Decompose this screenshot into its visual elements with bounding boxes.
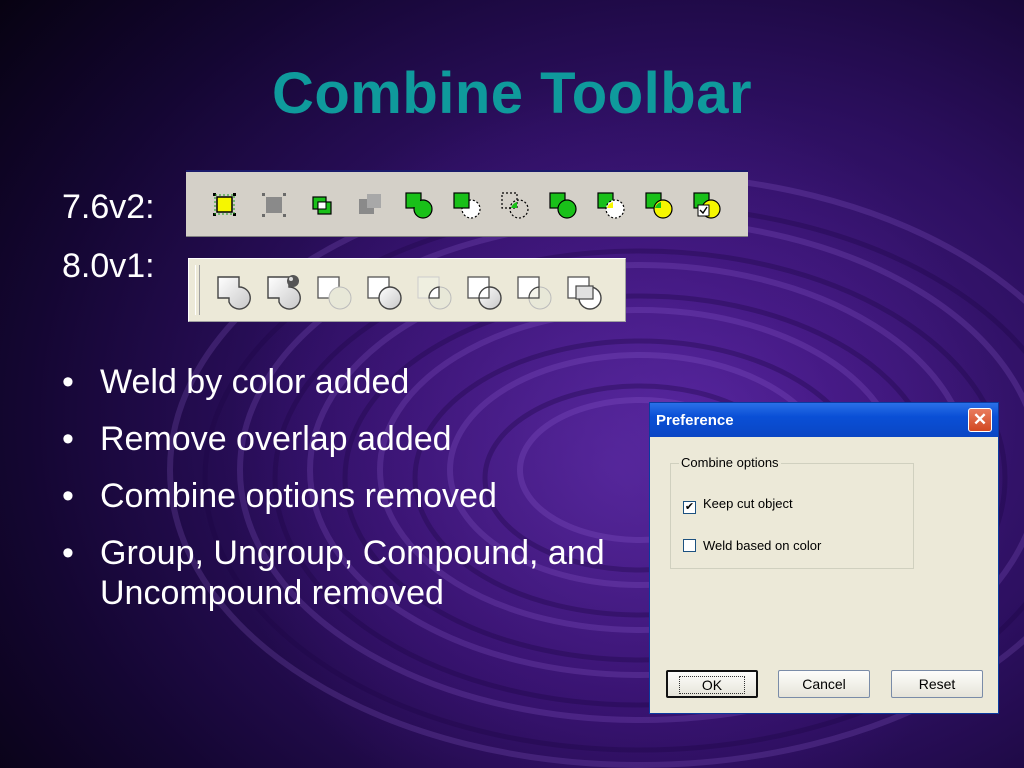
toolbar-grip[interactable] — [195, 265, 200, 315]
cut-icon[interactable] — [449, 186, 483, 222]
weld-by-color-icon[interactable] — [263, 269, 305, 311]
weld-overlap-icon[interactable] — [545, 186, 579, 222]
bullet-item: • Combine options removed — [60, 476, 640, 516]
combine-toolbar-76v2 — [186, 170, 748, 237]
keep-cut-object-checkbox[interactable]: ✔ — [683, 501, 696, 514]
cut-alt-icon[interactable] — [363, 269, 405, 311]
reset-button[interactable]: Reset — [891, 670, 983, 698]
cancel-button[interactable]: Cancel — [778, 670, 870, 698]
bullet-dot: • — [62, 420, 74, 458]
intersect-alt-icon[interactable] — [513, 269, 555, 311]
remove-overlap-icon[interactable] — [413, 269, 455, 311]
crop-icon[interactable] — [689, 186, 723, 222]
group-title: Combine options — [679, 455, 781, 470]
cut-outline-icon[interactable] — [497, 186, 531, 222]
weld-dashed-icon[interactable] — [593, 186, 627, 222]
dialog-titlebar[interactable]: Preference ✕ — [650, 403, 998, 437]
weld-icon[interactable] — [401, 186, 435, 222]
slide-title: Combine Toolbar — [271, 61, 753, 126]
bullet-item: • Weld by color added — [60, 362, 640, 402]
weld-based-on-color-checkbox[interactable] — [683, 539, 696, 552]
crop-icon[interactable] — [563, 269, 605, 311]
combine-toolbar-80v1 — [188, 258, 626, 322]
ok-button-label: OK — [678, 676, 746, 694]
dialog-body: Combine options ✔ Keep cut object Weld ba… — [653, 437, 995, 711]
bullet-text: Combine options removed — [100, 477, 497, 515]
ok-button[interactable]: OK — [666, 670, 758, 698]
cut-icon[interactable] — [313, 269, 355, 311]
bullet-dot: • — [62, 363, 74, 401]
bullet-list: • Weld by color added • Remove overlap add… — [60, 362, 640, 630]
keep-cut-object-option[interactable]: ✔ Keep cut object — [683, 496, 793, 514]
bullet-item: • Group, Ungroup, Compound, and Uncompoun… — [60, 533, 640, 613]
bullet-dot: • — [62, 534, 74, 572]
combine-options-group: Combine options ✔ Keep cut object Weld ba… — [670, 455, 914, 569]
preference-dialog: Preference ✕ Combine options ✔ Keep cut o… — [649, 402, 999, 714]
weld-based-on-color-label: Weld based on color — [703, 538, 822, 553]
version-label-76v2: 7.6v2: — [62, 188, 155, 226]
intersect-icon[interactable] — [463, 269, 505, 311]
uncompound-icon[interactable] — [353, 186, 387, 222]
bullet-dot: • — [62, 477, 74, 515]
weld-based-on-color-option[interactable]: Weld based on color — [683, 538, 821, 553]
dialog-title: Preference — [656, 412, 734, 429]
keep-cut-object-label: Keep cut object — [703, 496, 793, 511]
compound-icon[interactable] — [305, 186, 339, 222]
version-label-80v1: 8.0v1: — [62, 247, 155, 285]
bullet-text: Group, Ungroup, Compound, and Uncompound… — [100, 534, 605, 612]
weld-icon[interactable] — [213, 269, 255, 311]
close-icon[interactable]: ✕ — [968, 408, 992, 432]
ungroup-icon[interactable] — [257, 186, 291, 222]
intersect-icon[interactable] — [641, 186, 675, 222]
group-icon[interactable] — [208, 186, 242, 222]
bullet-text: Remove overlap added — [100, 420, 452, 458]
bullet-text: Weld by color added — [100, 363, 410, 401]
bullet-item: • Remove overlap added — [60, 419, 640, 459]
